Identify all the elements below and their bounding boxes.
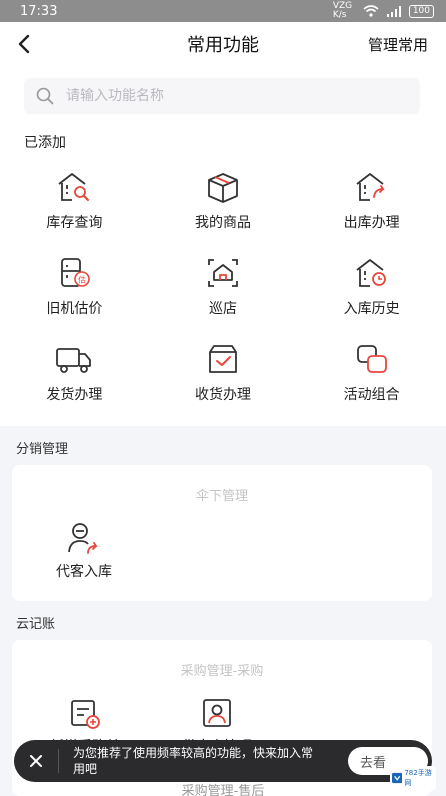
func-label: 活动组合 xyxy=(343,387,400,403)
signal-icon xyxy=(386,5,401,17)
manage-favorites-button[interactable]: 管理常用 xyxy=(368,34,428,55)
truck-icon xyxy=(56,348,92,373)
func-label: 我的商品 xyxy=(194,215,251,231)
store-patrol-icon xyxy=(208,259,238,287)
func-my-products[interactable]: 我的商品 xyxy=(149,170,298,236)
battery-indicator: 100 xyxy=(408,4,434,18)
distribution-card: 伞下管理 代客入库 xyxy=(12,465,432,601)
func-label: 库存查询 xyxy=(46,215,103,231)
status-bar: 17:33 VZG K/s 100 xyxy=(0,0,446,22)
next-card-title: 采购管理-售后 xyxy=(181,784,265,796)
watermark-logo-icon xyxy=(392,772,403,784)
recommend-toast: 为您推荐了使用频率较高的功能，快来加入常用吧 去看 xyxy=(14,740,432,782)
inventory-search-icon xyxy=(58,173,90,201)
func-label: 入库历史 xyxy=(343,301,400,317)
status-time: 17:33 xyxy=(20,3,58,19)
card-title: 采购管理-采购 xyxy=(180,664,264,679)
svg-text:估: 估 xyxy=(78,275,86,285)
distribution-label: 分销管理 xyxy=(16,442,69,457)
card-title: 伞下管理 xyxy=(195,489,248,504)
inbound-history-icon xyxy=(356,259,386,287)
added-grid: 库存查询 我的商品 出库办理 估 旧机估价 巡店 入库历史 发货办理 收货办理 … xyxy=(0,170,446,408)
added-label: 已添加 xyxy=(24,135,66,151)
receive-icon xyxy=(209,345,237,373)
chevron-left-icon xyxy=(18,34,30,54)
func-inventory-query[interactable]: 库存查询 xyxy=(0,170,149,236)
func-proxy-inbound[interactable]: 代客入库 xyxy=(56,521,112,581)
watermark: 782手游网 xyxy=(390,766,436,790)
toast-message: 为您推荐了使用频率较高的功能，快来加入常用吧 xyxy=(73,746,314,776)
wifi-icon xyxy=(363,5,379,17)
search-bar[interactable] xyxy=(24,78,420,114)
top-bar: 常用功能 管理常用 xyxy=(0,22,446,66)
func-label: 巡店 xyxy=(208,301,237,317)
new-purchase-icon xyxy=(71,700,100,729)
cloud-accounting-label: 云记账 xyxy=(16,617,56,632)
func-shipping[interactable]: 发货办理 xyxy=(0,342,149,408)
back-button[interactable] xyxy=(12,30,36,58)
search-icon xyxy=(36,87,54,105)
watermark-text: 782手游网 xyxy=(404,769,432,787)
func-outbound[interactable]: 出库办理 xyxy=(297,170,446,236)
valuation-icon: 估 xyxy=(61,258,91,287)
network-speed: VZG K/s xyxy=(332,1,353,20)
func-label: 发货办理 xyxy=(46,387,103,403)
func-used-valuation[interactable]: 估 旧机估价 xyxy=(0,256,149,322)
func-label: 收货办理 xyxy=(194,387,251,403)
func-activity-combo[interactable]: 活动组合 xyxy=(297,342,446,408)
func-inbound-history[interactable]: 入库历史 xyxy=(297,256,446,322)
func-label: 代客入库 xyxy=(56,564,112,580)
activity-combo-icon xyxy=(356,345,387,373)
func-label: 旧机估价 xyxy=(46,301,103,317)
added-section: 已添加 库存查询 我的商品 出库办理 估 旧机估价 xyxy=(0,66,446,426)
box-icon xyxy=(208,173,238,203)
search-input[interactable] xyxy=(66,88,386,104)
func-store-patrol[interactable]: 巡店 xyxy=(149,256,298,322)
func-label: 出库办理 xyxy=(343,215,400,231)
toast-close-button[interactable] xyxy=(14,740,58,782)
supplier-icon xyxy=(203,699,231,727)
proxy-inbound-icon xyxy=(68,523,98,554)
status-icons: VZG K/s 100 xyxy=(333,2,434,20)
outbound-icon xyxy=(356,173,385,201)
func-receiving[interactable]: 收货办理 xyxy=(149,342,298,408)
close-icon xyxy=(30,755,42,767)
